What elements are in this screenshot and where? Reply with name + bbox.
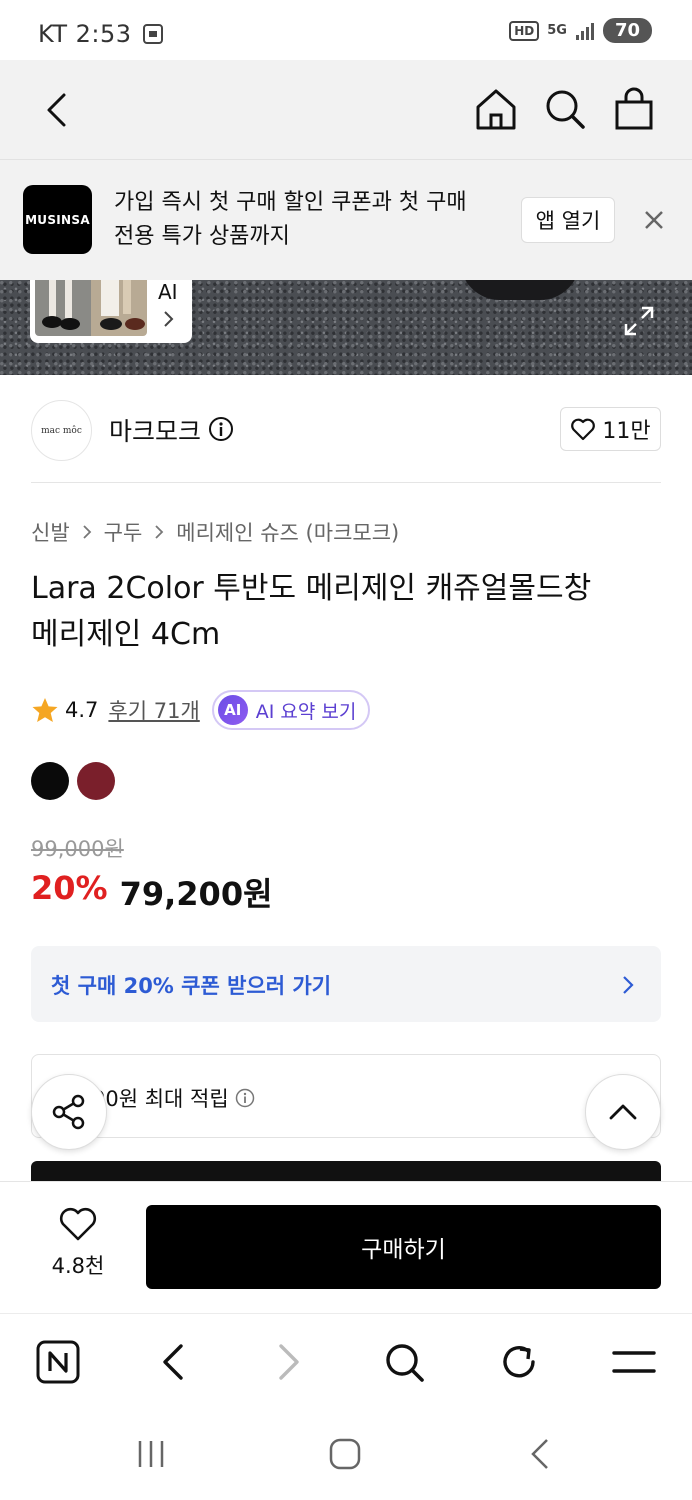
home-button[interactable]: [472, 84, 520, 134]
home-icon: [476, 89, 516, 130]
points-label: 00원 최대 적립: [92, 1087, 229, 1111]
brand-logo[interactable]: mac môc: [31, 400, 92, 461]
hd-badge: HD: [509, 20, 540, 41]
carrier-time: KT 2:53: [38, 20, 132, 48]
close-banner-button[interactable]: [640, 206, 668, 234]
product-title: Lara 2Color 투반도 메리제인 캐쥬얼몰드창 메리제인 4Cm: [31, 571, 592, 652]
brand-row: mac môc 마크모크 11만: [31, 400, 661, 461]
status-bar: KT 2:53 HD 5G 70: [0, 0, 692, 60]
browser-toolbar: [0, 1313, 692, 1408]
recent-apps-button[interactable]: [131, 1436, 171, 1472]
ai-styling-thumbnail[interactable]: AI: [30, 280, 192, 343]
chevron-up-icon: [609, 1104, 637, 1120]
home-nav-button[interactable]: [325, 1436, 365, 1472]
star-icon: [32, 698, 58, 722]
recent-apps-icon: [138, 1441, 164, 1467]
browser-back-button[interactable]: [148, 1338, 196, 1386]
chevron-left-icon: [531, 1439, 548, 1469]
first-purchase-coupon-button[interactable]: 첫 구매 20% 쿠폰 받으러 가기: [31, 946, 661, 1022]
chevron-left-icon: [47, 93, 66, 127]
breadcrumb-item[interactable]: 메리제인 슈즈 (마크모크): [176, 517, 399, 547]
divider: [31, 482, 661, 483]
scroll-top-button[interactable]: [585, 1074, 661, 1150]
screenshot-icon: [142, 24, 163, 44]
menu-icon: [612, 1351, 656, 1373]
shoe-shadow: [460, 280, 580, 300]
browser-search-button[interactable]: [380, 1338, 428, 1386]
wish-button[interactable]: 4.8천: [38, 1206, 118, 1280]
rating-row: 4.7 후기 71개 AI AI 요약 보기: [31, 690, 371, 730]
chevron-right-icon: [279, 1344, 299, 1380]
breadcrumb-item[interactable]: 구두: [104, 517, 143, 547]
brand-like-button[interactable]: 11만: [560, 407, 661, 451]
buy-button[interactable]: 구매하기: [146, 1205, 661, 1289]
heart-icon: [59, 1207, 97, 1241]
ai-summary-label: AI 요약 보기: [255, 700, 357, 723]
sale-price-row: 20% 79,200원: [31, 869, 273, 915]
sale-price: 79,200원: [119, 875, 273, 913]
ai-badge: AI: [217, 695, 248, 725]
search-button[interactable]: [541, 84, 589, 134]
product-hero-image[interactable]: AI: [0, 280, 692, 375]
info-icon: [209, 417, 233, 441]
naver-icon: [36, 1340, 80, 1384]
heart-icon: [571, 418, 596, 441]
discount-percent: 20%: [31, 869, 108, 907]
browser-menu-button[interactable]: [610, 1338, 658, 1386]
browser-refresh-button[interactable]: [495, 1338, 543, 1386]
points-info-box[interactable]: 00원 최대 적립: [31, 1054, 661, 1138]
back-button[interactable]: [34, 86, 78, 134]
top-nav: [0, 60, 692, 160]
system-navigation: [0, 1408, 692, 1500]
styling-thumbnail-image: [35, 280, 147, 336]
network-badge: 5G: [547, 23, 567, 38]
chevron-left-icon: [163, 1344, 183, 1380]
color-swatch-burgundy[interactable]: [77, 762, 115, 800]
brand-like-count: 11만: [602, 419, 651, 444]
refresh-icon: [503, 1346, 535, 1378]
cart-button[interactable]: [610, 84, 658, 134]
color-swatch-black[interactable]: [31, 762, 69, 800]
close-icon: [645, 211, 663, 229]
thumb-ai-label: AI: [158, 280, 178, 304]
original-price: 99,000원: [31, 837, 124, 861]
search-icon: [386, 1344, 424, 1382]
brand-info-button[interactable]: [208, 416, 234, 442]
brand-name[interactable]: 마크모크: [109, 412, 201, 448]
musinsa-logo: MUSINSA: [23, 185, 92, 254]
breadcrumb: 신발 구두 메리제인 슈즈 (마크모크): [31, 517, 399, 547]
share-icon: [52, 1094, 85, 1130]
rating-value: 4.7: [65, 698, 99, 722]
chevron-right-icon: [83, 525, 91, 539]
coupon-label: 첫 구매 20% 쿠폰 받으러 가기: [51, 974, 332, 998]
banner-message: 가입 즉시 첫 구매 할인 쿠폰과 첫 구매 전용 특가 상품까지: [114, 190, 467, 249]
open-app-button[interactable]: 앱 열기: [521, 197, 615, 243]
search-icon: [546, 90, 585, 129]
info-icon[interactable]: [235, 1088, 255, 1108]
chevron-right-icon: [155, 525, 164, 539]
chevron-right-icon: [623, 976, 634, 994]
ai-summary-button[interactable]: AI AI 요약 보기: [211, 690, 371, 730]
battery-indicator: 70: [602, 18, 652, 43]
signal-icon: [575, 22, 594, 40]
browser-forward-button[interactable]: [266, 1338, 314, 1386]
home-circle-icon: [329, 1438, 361, 1470]
expand-icon: [624, 306, 654, 336]
naver-home-button[interactable]: [34, 1338, 82, 1386]
wish-count: 4.8천: [51, 1254, 105, 1278]
review-count-link[interactable]: 후기 71개: [108, 695, 199, 725]
app-install-banner: MUSINSA 가입 즉시 첫 구매 할인 쿠폰과 첫 구매 전용 특가 상품까…: [0, 160, 692, 280]
breadcrumb-item[interactable]: 신발: [31, 517, 70, 547]
chevron-right-icon: [164, 311, 174, 327]
purchase-bar: 4.8천 구매하기: [0, 1181, 692, 1313]
expand-image-button[interactable]: [622, 304, 656, 338]
system-back-button[interactable]: [520, 1436, 560, 1472]
shopping-bag-icon: [615, 87, 653, 130]
share-button[interactable]: [31, 1074, 107, 1150]
